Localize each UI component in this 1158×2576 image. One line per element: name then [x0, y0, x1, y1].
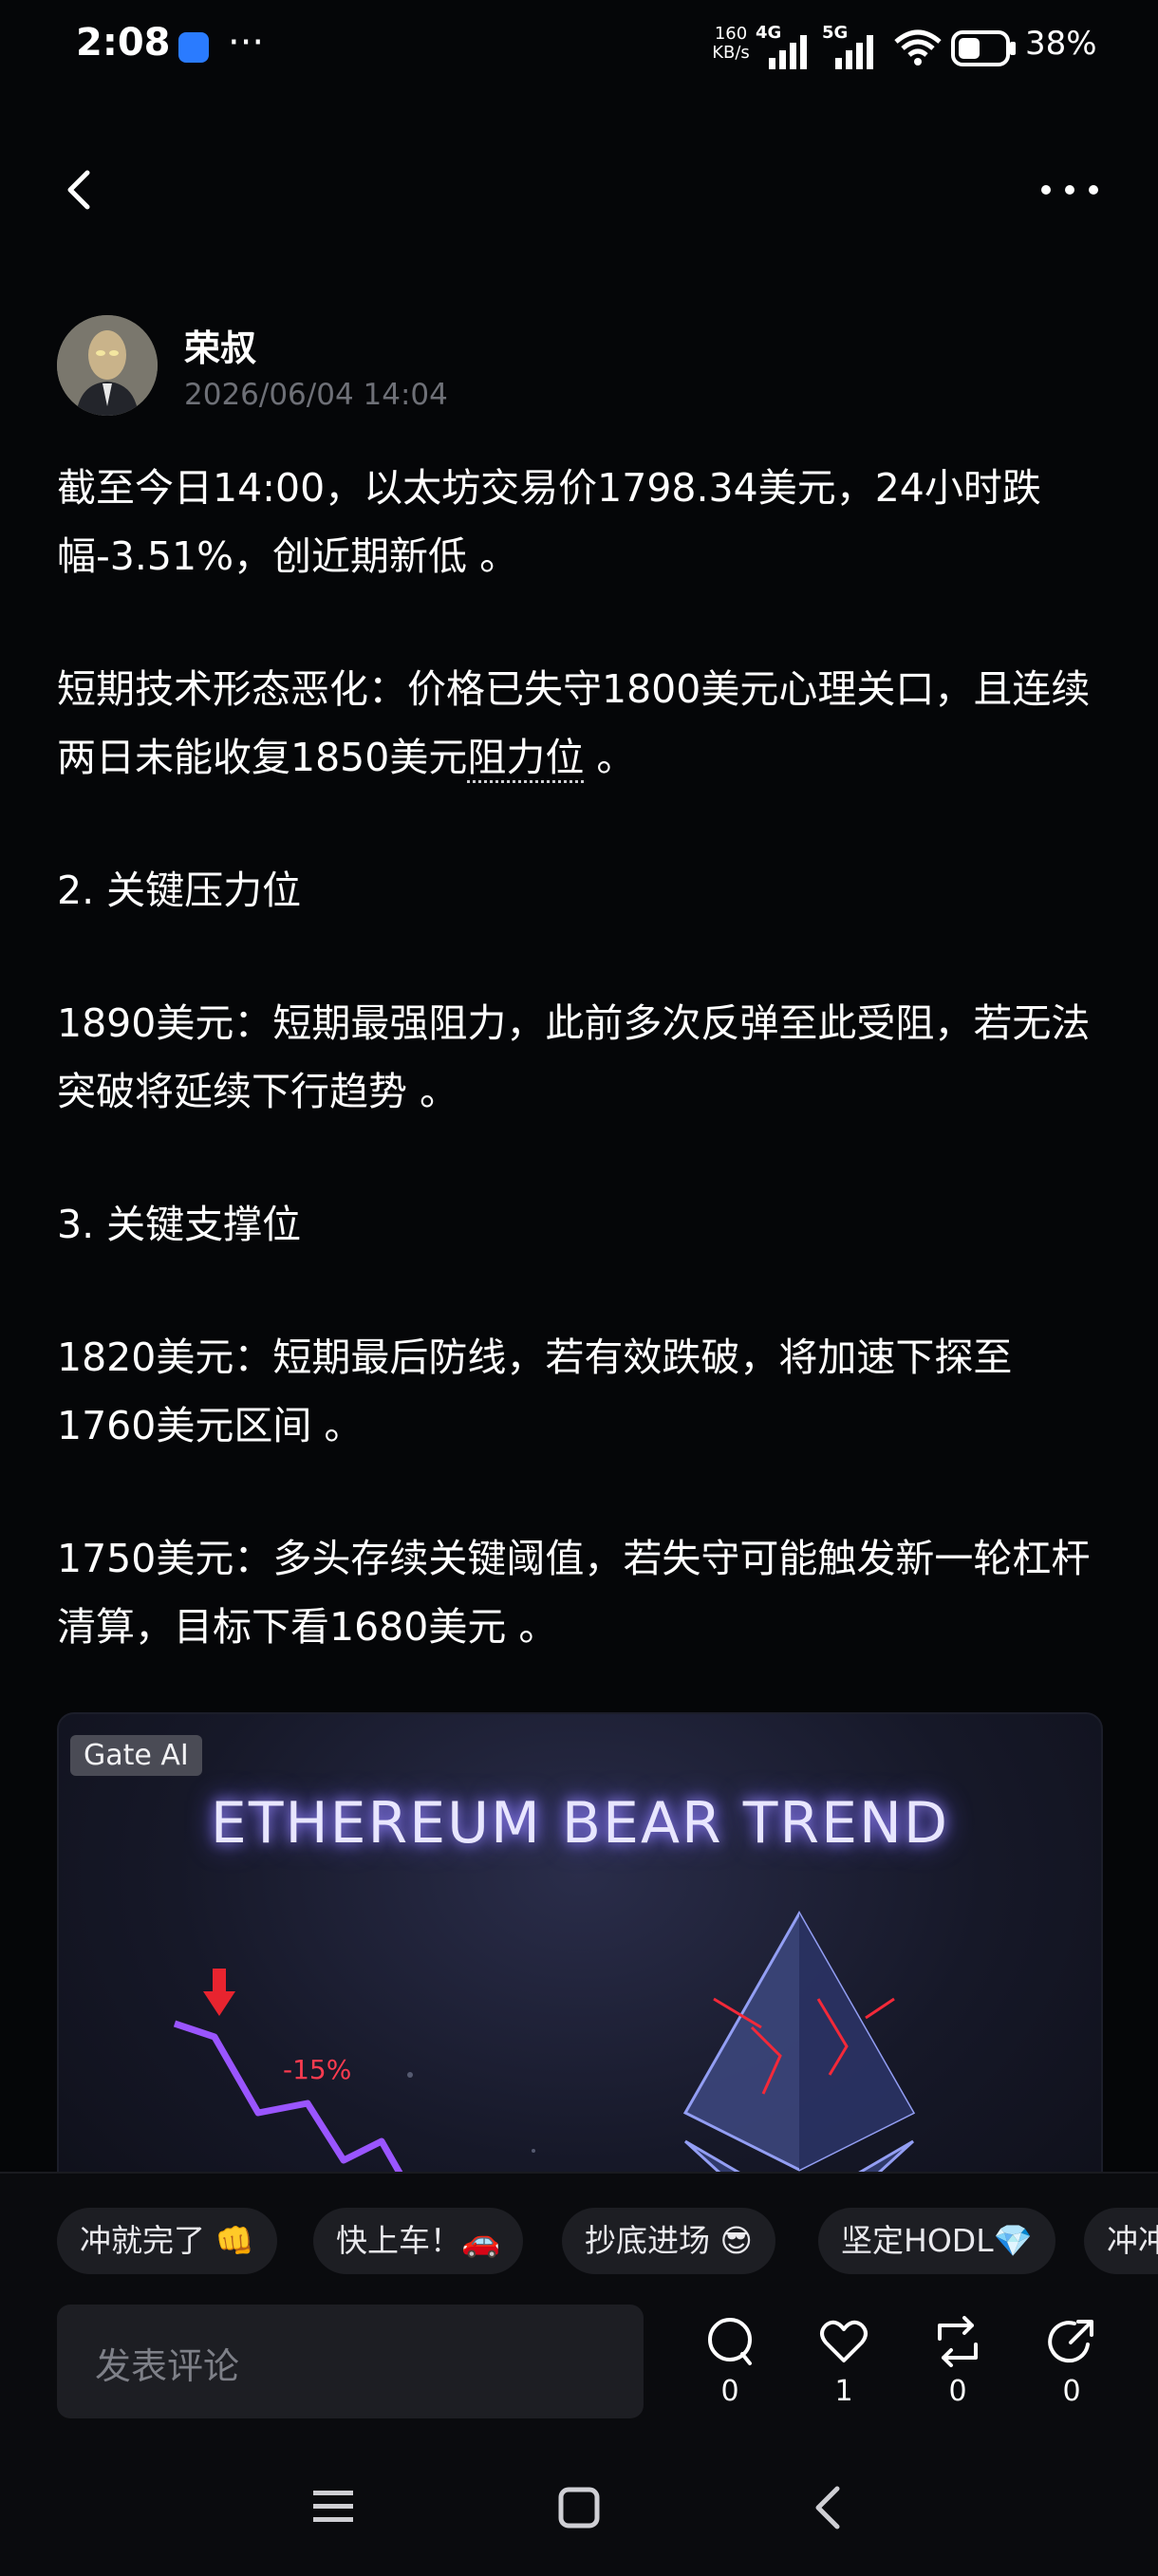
comment-icon: [708, 2318, 752, 2365]
post-paragraph: 截至今日14:00，以太坊交易价1798.34美元，24小时跌幅-3.51%，创…: [57, 465, 1041, 579]
network-speed: 160 KB/s: [710, 25, 752, 63]
battery-percent: 38%: [1025, 25, 1097, 63]
more-notifications-icon: ···: [228, 21, 265, 65]
comment-input[interactable]: 发表评论: [57, 2305, 644, 2418]
post-paragraph: 1750美元：多头存续关键阈值，若失守可能触发新一轮杠杆清算，目标下看1680美…: [57, 1536, 1091, 1650]
section-heading: 2. 关键压力位: [57, 868, 302, 913]
image-percent-label: -15%: [283, 2054, 352, 2085]
quick-reaction-chip[interactable]: 抄底进场 😎: [562, 2208, 775, 2274]
like-count: 1: [834, 2375, 853, 2408]
repost-button[interactable]: 0: [925, 2316, 991, 2408]
status-time: 2:08: [76, 21, 171, 65]
repost-icon: [938, 2316, 978, 2367]
post-timestamp: 2026/06/04 14:04: [184, 378, 448, 412]
menu-icon[interactable]: [311, 2485, 355, 2529]
repost-count: 0: [948, 2375, 967, 2408]
section-heading: 3. 关键支撑位: [57, 1202, 302, 1247]
comment-placeholder: 发表评论: [95, 2345, 240, 2387]
chevron-left-icon: [67, 170, 90, 210]
quick-reaction-chip[interactable]: 坚定HODL💎: [818, 2208, 1055, 2274]
share-button[interactable]: 0: [1038, 2316, 1105, 2408]
system-back-icon[interactable]: [809, 2483, 847, 2532]
status-bar: 2:08 ··· 160 KB/s 4G 5G 38%: [0, 0, 1158, 95]
more-options-button[interactable]: [1037, 171, 1103, 209]
comment-count: 0: [720, 2375, 739, 2408]
term-link[interactable]: 阻力位: [467, 735, 585, 783]
author-avatar[interactable]: [57, 315, 158, 416]
post-paragraph: 1890美元：短期最强阻力，此前多次反弹至此受阻，若无法突破将延续下行趋势 。: [57, 1000, 1091, 1114]
network-speed-value: 160: [714, 24, 748, 44]
post-text: 。: [584, 735, 636, 780]
avatar-image: [57, 315, 158, 416]
quick-reaction-chip[interactable]: 冲就完了 👊: [57, 2208, 277, 2274]
wifi-icon: [894, 29, 942, 65]
home-icon[interactable]: [558, 2487, 600, 2529]
network-speed-unit: KB/s: [712, 43, 750, 63]
quick-reaction-chip[interactable]: 快上车！🚗: [313, 2208, 524, 2274]
signal-5g-label: 5G: [822, 23, 849, 43]
battery-icon: [951, 30, 1016, 66]
post-paragraph: 1820美元：短期最后防线，若有效跌破，将加速下探至1760美元区间 。: [57, 1335, 1013, 1448]
image-illustration: [173, 1910, 916, 2246]
comment-button[interactable]: 0: [697, 2316, 763, 2408]
post-body: 截至今日14:00，以太坊交易价1798.34美元，24小时跌幅-3.51%，创…: [57, 454, 1105, 1726]
like-button[interactable]: 1: [811, 2316, 877, 2408]
share-icon: [1048, 2320, 1093, 2363]
signal-4g-label: 4G: [756, 23, 782, 43]
post-paragraph: 短期技术形态恶化：价格已失守1800美元心理关口，且连续两日未能收复1850美元…: [57, 655, 1105, 792]
share-count: 0: [1062, 2375, 1081, 2408]
signal-5g: 5G: [822, 23, 879, 75]
back-button[interactable]: [57, 161, 101, 218]
app-notification-icon: [178, 32, 209, 63]
signal-4g: 4G: [756, 23, 812, 75]
author-name[interactable]: 荣叔: [184, 319, 256, 371]
more-horizontal-icon: [1041, 185, 1098, 195]
quick-reaction-chip[interactable]: 冲冲: [1084, 2208, 1158, 2274]
heart-icon: [820, 2320, 868, 2362]
post-image[interactable]: Gate AI ETHEREUM BEAR TREND -15%: [57, 1712, 1103, 2248]
